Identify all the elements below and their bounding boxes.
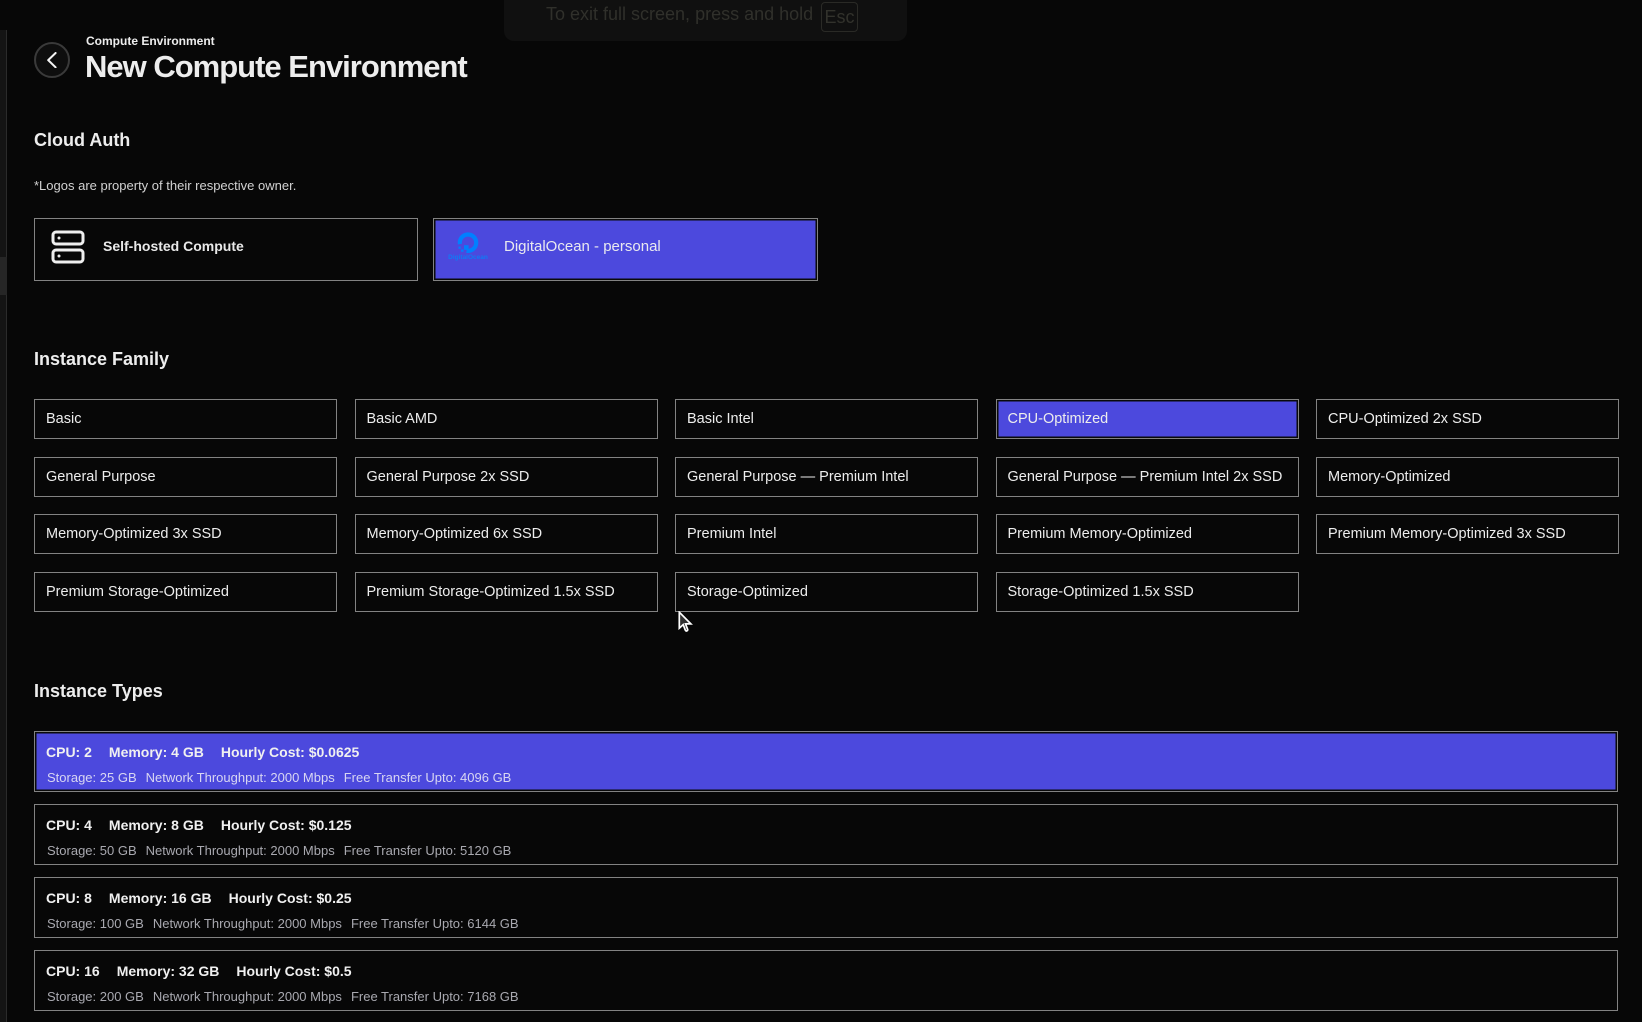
svg-text:DigitalOcean: DigitalOcean (448, 254, 488, 261)
